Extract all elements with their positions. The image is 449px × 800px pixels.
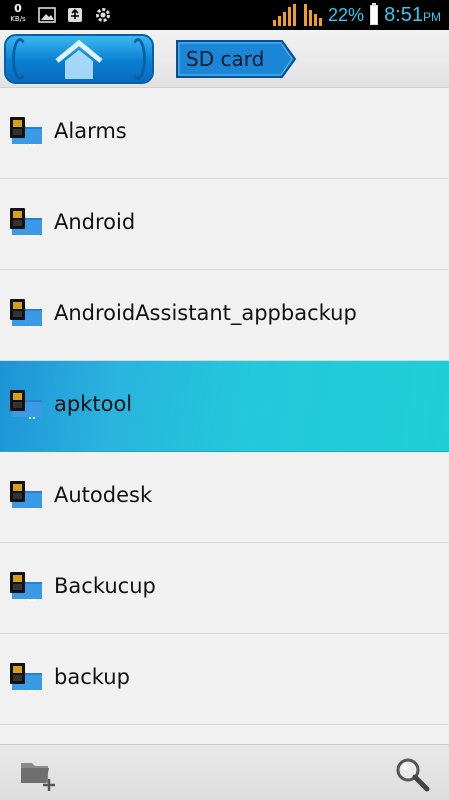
- folder-name: Android: [54, 210, 136, 234]
- net-speed-unit: KB/s: [10, 15, 26, 23]
- usb-icon: [68, 8, 82, 22]
- home-icon: [55, 39, 103, 79]
- breadcrumb-label: SD card: [186, 47, 265, 71]
- folder-name: AndroidAssistant_appbackup: [54, 301, 357, 325]
- new-folder-button[interactable]: [18, 755, 58, 793]
- settings-icon: [96, 8, 110, 22]
- folder-name: Autodesk: [54, 483, 153, 507]
- search-button[interactable]: [392, 755, 432, 793]
- folder-sd-icon: [10, 481, 42, 510]
- folder-sd-icon: [10, 299, 42, 328]
- folder-row[interactable]: Alarms: [0, 88, 449, 179]
- folder-row[interactable]: backup: [0, 634, 449, 725]
- battery-icon: [370, 3, 379, 25]
- folder-row[interactable]: apktool: [0, 361, 449, 452]
- navigation-bar: SD card: [0, 30, 449, 88]
- folder-sd-icon: [10, 663, 42, 692]
- folder-list: Alarms Android AndroidAssistant_appbackupa…: [0, 88, 449, 744]
- home-button-right-arc: [130, 38, 146, 80]
- status-left: 0 KB/s: [8, 3, 112, 27]
- clock: 8:51PM: [384, 4, 441, 27]
- folder-sd-icon: [10, 572, 42, 601]
- home-button[interactable]: [4, 34, 154, 84]
- home-button-left-arc: [12, 38, 28, 80]
- folder-name: backup: [54, 665, 130, 689]
- search-icon: [396, 758, 430, 792]
- status-bar: 0 KB/s 22% 8:51PM: [0, 0, 449, 30]
- new-folder-icon: [21, 763, 55, 791]
- net-speed-value: 0: [14, 2, 22, 15]
- breadcrumb-sd-card[interactable]: SD card: [174, 38, 298, 80]
- clock-ampm: PM: [423, 9, 441, 24]
- folder-row[interactable]: Autodesk: [0, 452, 449, 543]
- net-speed: 0 KB/s: [8, 3, 28, 27]
- battery-percent: 22%: [328, 4, 365, 25]
- bottom-toolbar: [0, 744, 449, 800]
- image-icon: [38, 7, 56, 23]
- folder-sd-icon: [10, 390, 42, 419]
- clock-time: 8:51: [384, 3, 423, 26]
- folder-row[interactable]: AndroidAssistant_appbackup: [0, 270, 449, 361]
- folder-sd-icon: [10, 117, 42, 146]
- status-right: 22% 8:51PM: [273, 0, 441, 30]
- folder-name: apktool: [54, 392, 133, 416]
- folder-row[interactable]: Backucup: [0, 543, 449, 634]
- folder-sd-icon: [10, 208, 42, 237]
- folder-row[interactable]: Android: [0, 179, 449, 270]
- folder-name: Alarms: [54, 119, 127, 143]
- folder-name: Backucup: [54, 574, 156, 598]
- signal-bars-icon: [273, 4, 323, 26]
